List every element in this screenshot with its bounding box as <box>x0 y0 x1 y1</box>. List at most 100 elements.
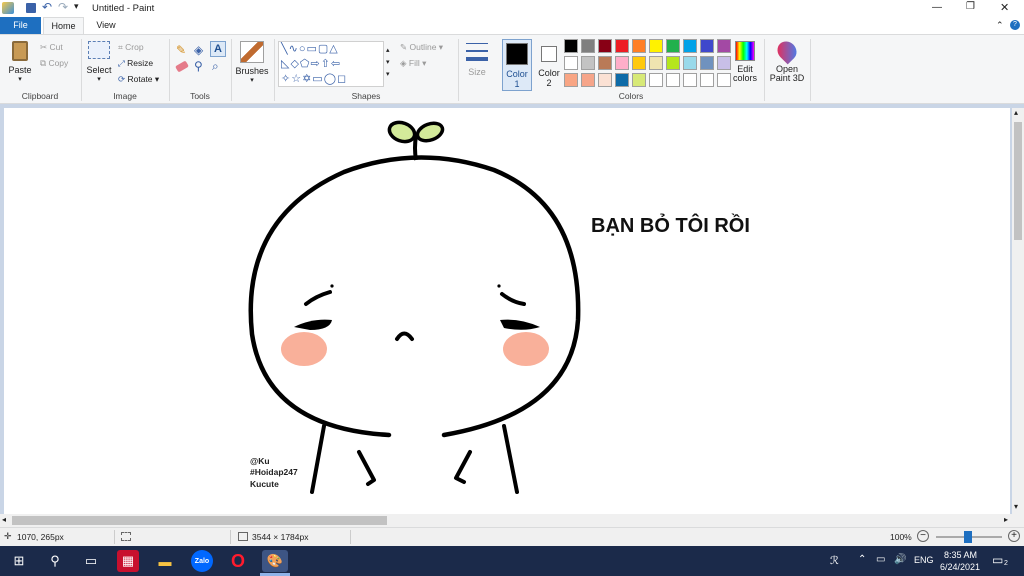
palette-swatch[interactable] <box>683 39 697 53</box>
zoom-slider-thumb[interactable] <box>964 531 972 543</box>
palette-swatch[interactable] <box>632 73 646 87</box>
edit-colors-button[interactable]: Edit colors <box>730 41 760 91</box>
zoom-in-button[interactable]: + <box>1008 530 1020 542</box>
scroll-right-icon[interactable]: ▸ <box>1004 515 1008 524</box>
battery-icon[interactable]: ▭ <box>876 554 885 565</box>
palette-swatch[interactable] <box>581 39 595 53</box>
horizontal-scroll-thumb[interactable] <box>12 516 387 525</box>
paint-taskbar-icon[interactable]: 🎨 <box>262 550 288 572</box>
scroll-up-icon[interactable]: ▴ <box>1014 108 1018 117</box>
notification-icon[interactable]: ▭ <box>992 553 1003 567</box>
start-windows-icon[interactable]: ⊞ <box>8 550 30 572</box>
file-explorer-icon[interactable]: ▬ <box>154 550 176 572</box>
size-button[interactable]: Size <box>462 41 492 87</box>
copy-button[interactable]: ⧉ Copy <box>40 56 68 70</box>
drawing-canvas[interactable]: BẠN BỎ TÔI RỒI @Ku #Hoidap247 Kucute <box>4 108 1010 514</box>
task-view-icon[interactable]: ▭ <box>80 550 102 572</box>
app-grid-icon[interactable]: ▦ <box>117 550 139 572</box>
save-icon[interactable] <box>26 3 36 13</box>
undo-icon[interactable]: ↶ <box>42 0 52 14</box>
palette-swatch[interactable] <box>683 56 697 70</box>
magnifier-icon[interactable]: ⌕ <box>212 59 219 74</box>
palette-swatch[interactable] <box>632 39 646 53</box>
cut-button[interactable]: ✂ Cut <box>40 40 63 54</box>
palette-swatch[interactable] <box>598 56 612 70</box>
palette-swatch[interactable] <box>717 39 731 53</box>
palette-swatch[interactable] <box>615 39 629 53</box>
clock-time[interactable]: 8:35 AM <box>944 550 977 560</box>
show-hidden-icons[interactable]: ⌃ <box>858 554 866 565</box>
palette-swatch[interactable] <box>581 56 595 70</box>
palette-swatch[interactable] <box>649 39 663 53</box>
palette-swatch[interactable] <box>700 73 714 87</box>
fill-bucket-icon[interactable]: ◈ <box>194 43 203 57</box>
tab-home[interactable]: Home <box>43 17 84 34</box>
palette-swatch[interactable] <box>717 73 731 87</box>
close-button[interactable]: ✕ <box>1000 1 1009 14</box>
select-button[interactable]: Select ▾ <box>86 41 112 89</box>
shapes-gallery[interactable]: ╲∿○▭▢△ ◺◇⬠⇨⇧⇦ ✧☆✡▭◯◻ <box>278 41 384 87</box>
zalo-icon[interactable]: Zalo <box>191 550 213 572</box>
rotate-button[interactable]: ⟳ Rotate ▾ <box>118 72 159 86</box>
pencil-icon[interactable]: ✎ <box>176 43 186 57</box>
resize-button[interactable]: ⤢ Resize <box>118 56 153 70</box>
horizontal-scrollbar[interactable]: ◂ ▸ <box>0 514 1024 527</box>
crop-button[interactable]: ⌗ Crop <box>118 40 144 54</box>
paint3d-button[interactable]: Open Paint 3D <box>768 37 806 91</box>
palette-swatch[interactable] <box>615 56 629 70</box>
palette-swatch[interactable] <box>700 39 714 53</box>
eraser-icon[interactable] <box>175 60 189 73</box>
vertical-scrollbar[interactable]: ▴ ▾ <box>1012 108 1024 514</box>
paint-app-icon[interactable] <box>2 2 14 14</box>
fill-button[interactable]: ◈ Fill ▾ <box>400 56 426 70</box>
palette-swatch[interactable] <box>700 56 714 70</box>
palette-swatch[interactable] <box>615 73 629 87</box>
color1-button[interactable]: Color 1 <box>502 39 532 91</box>
palette-swatch[interactable] <box>564 39 578 53</box>
palette-swatch[interactable] <box>564 73 578 87</box>
palette-swatch[interactable] <box>666 73 680 87</box>
palette-swatch[interactable] <box>649 56 663 70</box>
palette-swatch[interactable] <box>581 73 595 87</box>
palette-swatch[interactable] <box>598 39 612 53</box>
opera-icon[interactable]: O <box>227 550 249 572</box>
tab-file[interactable]: File <box>0 17 41 34</box>
people-icon[interactable]: ℛ <box>830 554 839 567</box>
drawing-caption: BẠN BỎ TÔI RỒI <box>591 215 750 237</box>
scroll-down-icon[interactable]: ▾ <box>1014 502 1018 511</box>
help-icon[interactable]: ? <box>1010 20 1020 30</box>
palette-swatch[interactable] <box>564 56 578 70</box>
palette-swatch[interactable] <box>683 73 697 87</box>
redo-icon[interactable]: ↷ <box>58 0 68 14</box>
palette-swatch[interactable] <box>598 73 612 87</box>
collapse-ribbon-icon[interactable]: ⌃ <box>996 20 1004 31</box>
clock-date[interactable]: 6/24/2021 <box>940 562 980 572</box>
color2-button[interactable]: Color 2 <box>536 39 562 91</box>
language-indicator[interactable]: ENG <box>914 555 934 565</box>
notification-count: 2 <box>1004 560 1008 567</box>
right-arm <box>454 450 472 484</box>
palette-swatch[interactable] <box>666 39 680 53</box>
customize-qat-icon[interactable]: ▾ <box>74 1 79 12</box>
volume-icon[interactable]: 🔊 <box>894 554 906 565</box>
color-picker-icon[interactable]: ⚲ <box>194 59 203 73</box>
maximize-button[interactable]: ❐ <box>966 1 975 12</box>
canvas-workspace[interactable]: BẠN BỎ TÔI RỒI @Ku #Hoidap247 Kucute ▴ ▾ <box>0 104 1024 514</box>
palette-swatch[interactable] <box>649 73 663 87</box>
drawing-svg <box>248 120 581 494</box>
zoom-out-button[interactable]: − <box>917 530 929 542</box>
shapes-scroll-icon[interactable]: ▴ ▾ ▾ <box>386 45 390 81</box>
minimize-button[interactable]: — <box>932 2 942 13</box>
outline-button[interactable]: ✎ Outline ▾ <box>400 40 443 54</box>
palette-swatch[interactable] <box>632 56 646 70</box>
tab-view[interactable]: View <box>86 17 126 34</box>
palette-swatch[interactable] <box>717 56 731 70</box>
brushes-button[interactable]: Brushes ▾ <box>234 41 270 89</box>
search-icon[interactable]: ⚲ <box>44 550 66 572</box>
selection-size-icon <box>121 532 131 541</box>
text-tool-icon[interactable]: A <box>210 41 226 57</box>
vertical-scroll-thumb[interactable] <box>1014 122 1022 240</box>
palette-swatch[interactable] <box>666 56 680 70</box>
paste-button[interactable]: Paste ▾ <box>6 39 34 87</box>
scroll-left-icon[interactable]: ◂ <box>2 515 6 524</box>
